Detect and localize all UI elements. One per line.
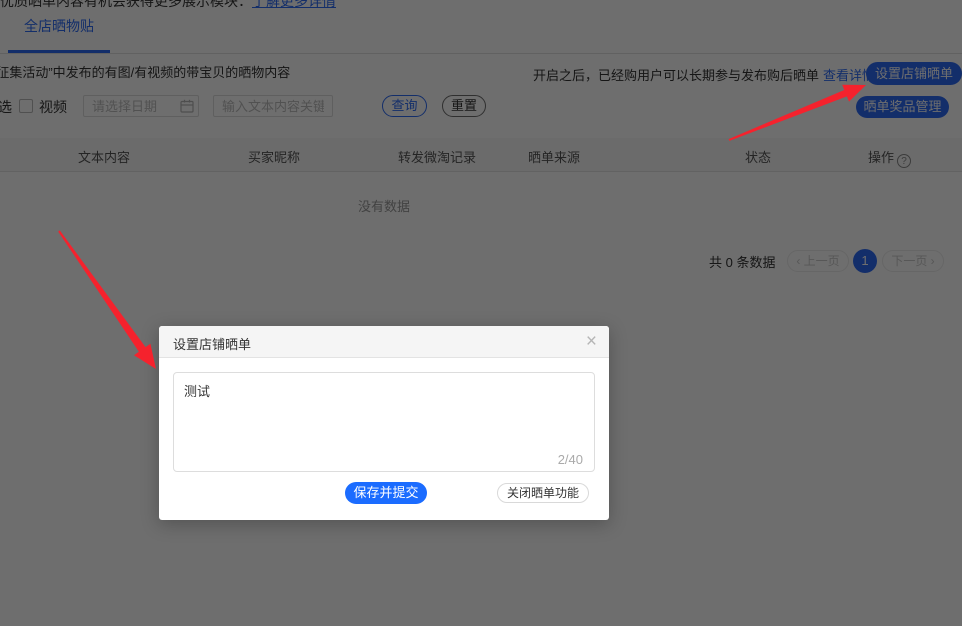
share-text-textarea[interactable]: 测试 xyxy=(173,372,595,472)
modal-title: 设置店铺晒单 xyxy=(173,334,251,353)
char-counter: 2/40 xyxy=(558,452,583,467)
screenshot-root: 优质晒单内容有机会获得更多展示模块：了解更多详情 全店晒物贴 “征集活动”中发布… xyxy=(0,0,962,626)
modal-mask-overlay[interactable] xyxy=(0,0,962,626)
setup-store-share-modal: 设置店铺晒单 × 测试 2/40 保存并提交 关闭晒单功能 xyxy=(159,326,609,520)
modal-header: 设置店铺晒单 × xyxy=(159,326,609,358)
disable-share-feature-button[interactable]: 关闭晒单功能 xyxy=(497,483,589,503)
close-icon[interactable]: × xyxy=(586,330,597,354)
save-and-submit-button[interactable]: 保存并提交 xyxy=(345,482,427,504)
